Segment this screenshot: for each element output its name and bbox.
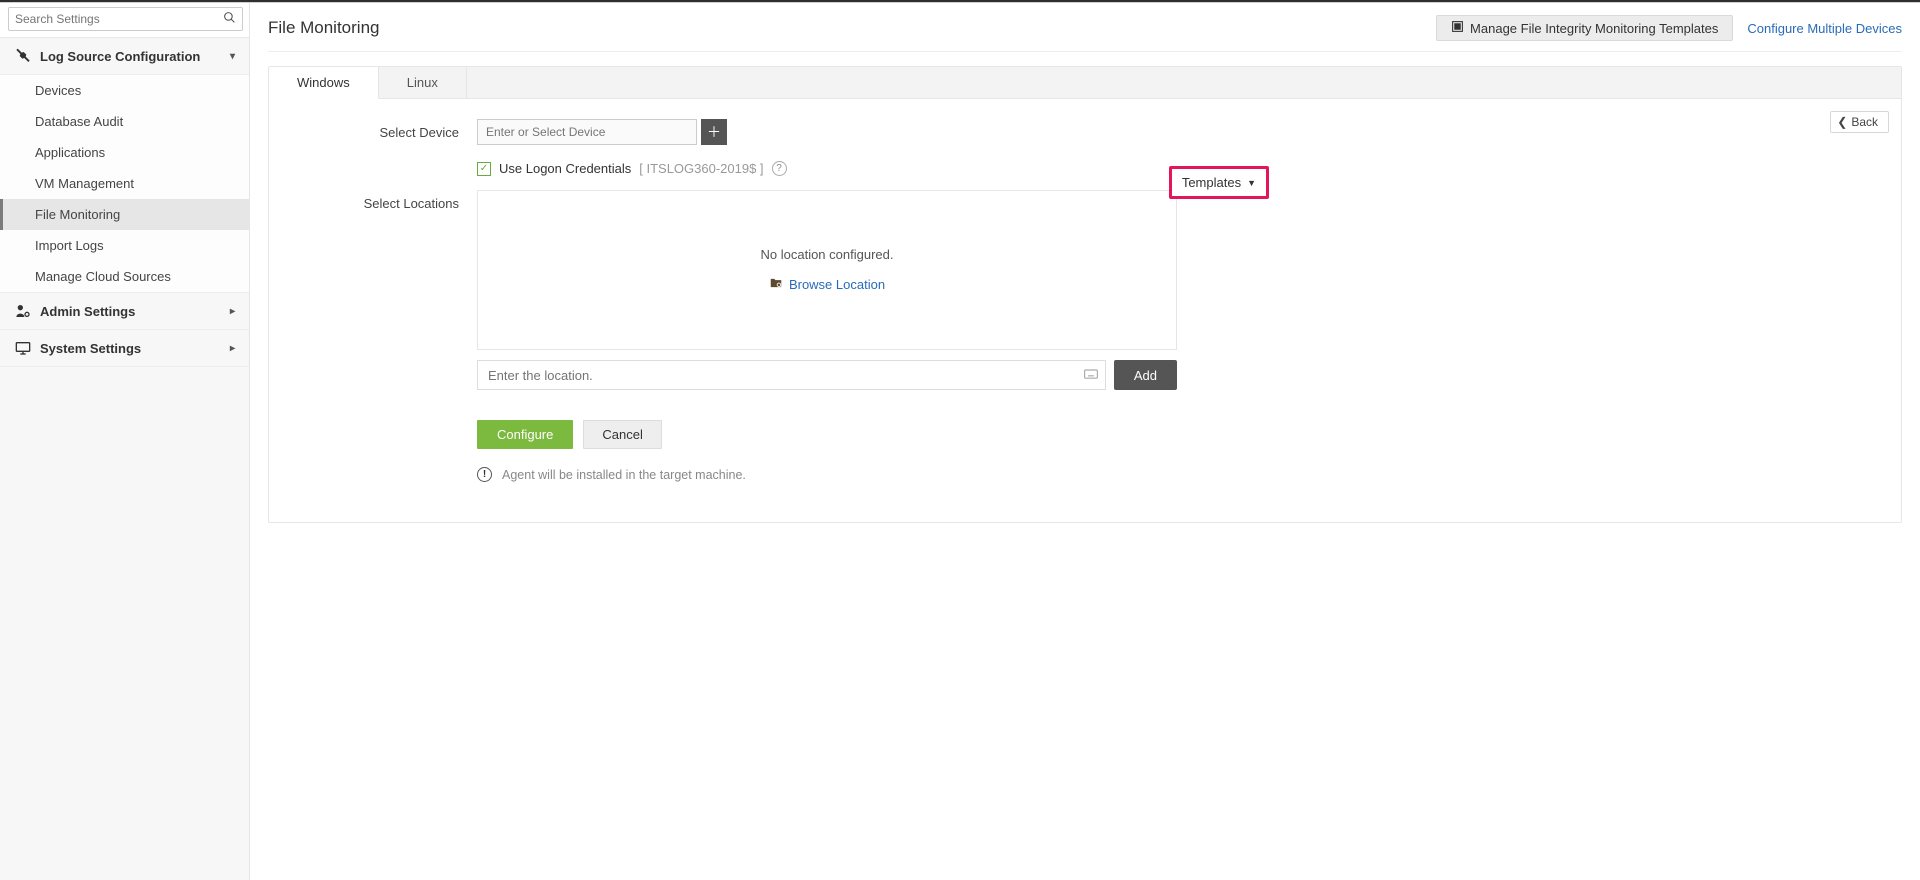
templates-label: Templates — [1182, 175, 1241, 190]
user-gear-icon — [14, 303, 32, 319]
sidebar-item-import-logs[interactable]: Import Logs — [0, 230, 249, 261]
browse-location-link[interactable]: Browse Location — [769, 276, 885, 293]
chevron-down-icon: ▾ — [230, 51, 235, 62]
chevron-right-icon: ▸ — [230, 306, 235, 317]
sidebar-item-label: Devices — [35, 83, 81, 98]
label-select-locations: Select Locations — [287, 190, 477, 211]
sidebar-item-label: File Monitoring — [35, 207, 120, 222]
info-icon: ! — [477, 467, 492, 482]
sidebar-search[interactable] — [8, 7, 243, 31]
sidebar-section-system-settings[interactable]: System Settings ▸ — [0, 330, 249, 367]
add-device-button[interactable]: ＋ — [701, 119, 727, 145]
sidebar-item-label: Applications — [35, 145, 105, 160]
tabs-bar: Windows Linux — [269, 67, 1901, 99]
back-label: Back — [1851, 115, 1878, 129]
sidebar-item-label: VM Management — [35, 176, 134, 191]
sidebar-item-vm-management[interactable]: VM Management — [0, 168, 249, 199]
form-actions: Configure Cancel — [477, 420, 1883, 449]
agent-note-text: Agent will be installed in the target ma… — [502, 468, 746, 482]
help-icon[interactable]: ? — [772, 161, 787, 176]
use-creds-label: Use Logon Credentials — [499, 161, 631, 176]
select-device-field: ＋ — [477, 119, 1883, 145]
row-select-device: Select Device ＋ — [287, 119, 1883, 145]
locations-box: Templates ▼ No location configured. Brow… — [477, 190, 1177, 390]
sidebar-section-label: Admin Settings — [40, 304, 135, 319]
chevron-right-icon: ▸ — [230, 343, 235, 354]
tab-label: Windows — [297, 75, 350, 90]
settings-sidebar: Log Source Configuration ▾ Devices Datab… — [0, 3, 250, 880]
page-header-actions: Manage File Integrity Monitoring Templat… — [1436, 15, 1902, 41]
use-creds-checkbox[interactable]: ✓ — [477, 162, 491, 176]
sidebar-item-devices[interactable]: Devices — [0, 75, 249, 106]
sidebar-search-wrap — [0, 3, 249, 38]
tab-body: ❮ Back Select Device ＋ — [269, 99, 1901, 522]
sidebar-section-log-source[interactable]: Log Source Configuration ▾ — [0, 38, 249, 75]
sidebar-item-applications[interactable]: Applications — [0, 137, 249, 168]
chevron-left-icon: ❮ — [1837, 115, 1847, 129]
label-empty — [287, 153, 477, 176]
page-title: File Monitoring — [268, 18, 380, 38]
main-content: File Monitoring Manage File Integrity Mo… — [250, 3, 1920, 880]
tabs-container: Windows Linux ❮ Back Select Device ＋ — [268, 66, 1902, 523]
sidebar-item-file-monitoring[interactable]: File Monitoring — [0, 199, 249, 230]
browse-location-label: Browse Location — [789, 277, 885, 292]
sidebar-section-log-source-items: Devices Database Audit Applications VM M… — [0, 75, 249, 292]
sidebar-section-label: System Settings — [40, 341, 141, 356]
locations-empty-area: No location configured. Browse Location — [477, 190, 1177, 350]
no-location-text: No location configured. — [761, 247, 894, 262]
row-select-locations: Select Locations Templates ▼ No location… — [287, 190, 1883, 482]
location-input-row: Add — [477, 360, 1177, 390]
tools-icon — [14, 48, 32, 64]
sidebar-section-admin-settings[interactable]: Admin Settings ▸ — [0, 292, 249, 330]
add-location-button[interactable]: Add — [1114, 360, 1177, 390]
location-input[interactable] — [477, 360, 1106, 390]
page-header: File Monitoring Manage File Integrity Mo… — [268, 15, 1902, 52]
sidebar-item-database-audit[interactable]: Database Audit — [0, 106, 249, 137]
sidebar-item-label: Database Audit — [35, 114, 123, 129]
row-credentials: ✓ Use Logon Credentials [ ITSLOG360-2019… — [287, 153, 1883, 176]
sidebar-item-label: Manage Cloud Sources — [35, 269, 171, 284]
select-device-input[interactable] — [477, 119, 697, 145]
manage-templates-label: Manage File Integrity Monitoring Templat… — [1470, 21, 1718, 36]
search-icon — [223, 11, 236, 27]
template-icon — [1451, 20, 1464, 36]
sidebar-item-manage-cloud-sources[interactable]: Manage Cloud Sources — [0, 261, 249, 292]
folder-search-icon — [769, 276, 783, 293]
tab-windows[interactable]: Windows — [269, 67, 379, 99]
tab-label: Linux — [407, 75, 438, 90]
configure-multiple-link[interactable]: Configure Multiple Devices — [1747, 21, 1902, 36]
keyboard-icon — [1084, 368, 1098, 383]
location-input-wrap — [477, 360, 1106, 390]
agent-note-row: ! Agent will be installed in the target … — [477, 467, 1883, 482]
label-select-device: Select Device — [287, 119, 477, 145]
plus-icon: ＋ — [707, 122, 721, 142]
tab-linux[interactable]: Linux — [379, 67, 467, 98]
monitor-icon — [14, 340, 32, 356]
sidebar-item-label: Import Logs — [35, 238, 104, 253]
back-button[interactable]: ❮ Back — [1830, 111, 1889, 133]
configure-button[interactable]: Configure — [477, 420, 573, 449]
sidebar-search-input[interactable] — [15, 12, 223, 26]
caret-down-icon: ▼ — [1247, 178, 1256, 188]
sidebar-section-label: Log Source Configuration — [40, 49, 200, 64]
templates-dropdown[interactable]: Templates ▼ — [1169, 166, 1269, 199]
cancel-button[interactable]: Cancel — [583, 420, 661, 449]
creds-host-text: [ ITSLOG360-2019$ ] — [639, 161, 763, 176]
manage-templates-button[interactable]: Manage File Integrity Monitoring Templat… — [1436, 15, 1733, 41]
